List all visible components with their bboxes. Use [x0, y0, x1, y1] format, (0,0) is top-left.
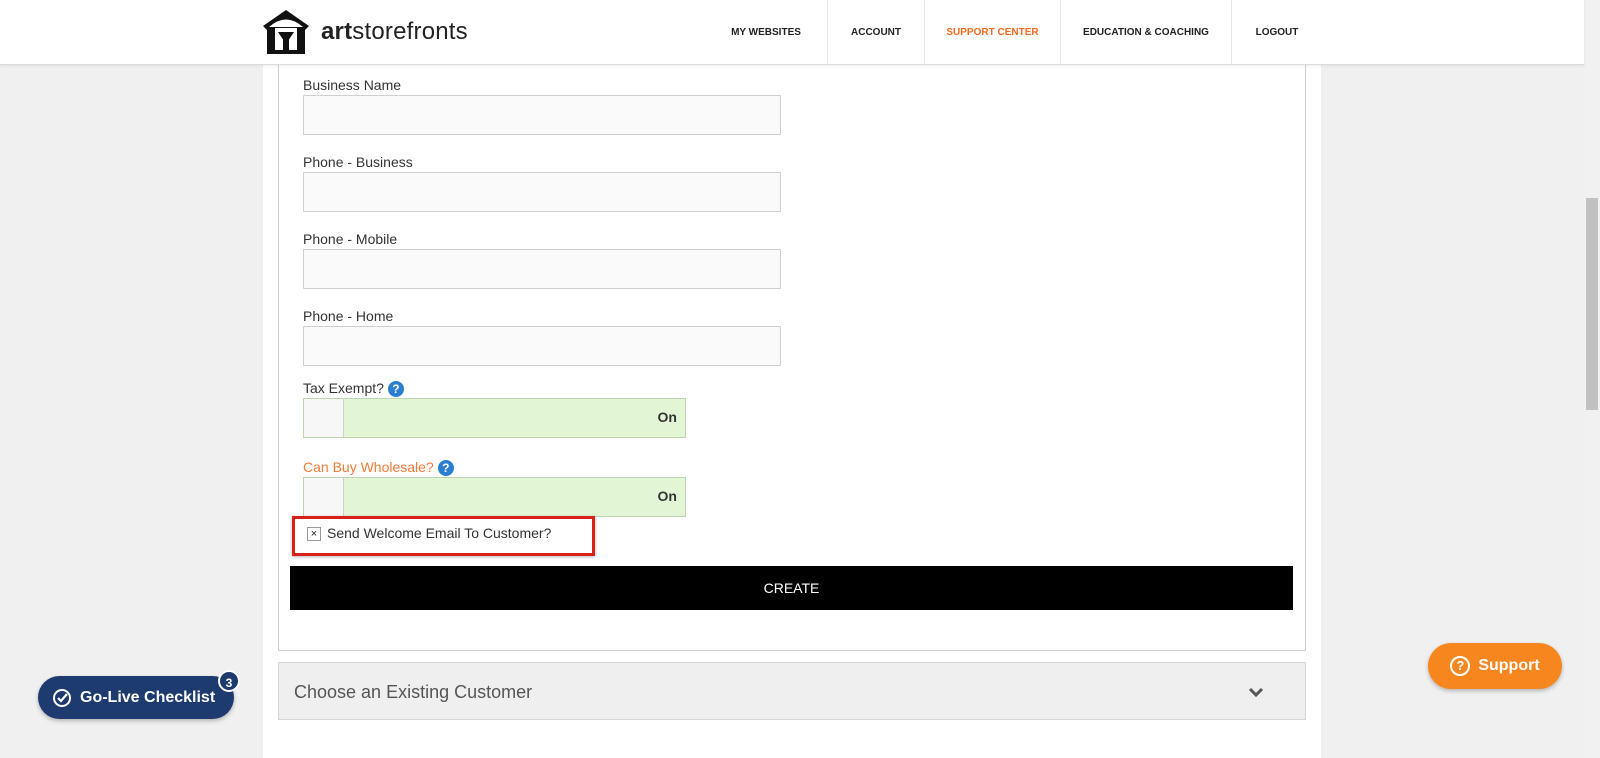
phone-business-label: Phone - Business [303, 154, 413, 170]
storefront-logo-icon [263, 10, 309, 54]
business-name-input[interactable] [303, 95, 781, 135]
tax-exempt-toggle[interactable]: On [303, 398, 686, 438]
question-icon: ? [1450, 656, 1471, 676]
help-icon[interactable]: ? [387, 381, 404, 398]
chevron-down-icon [1248, 687, 1264, 698]
business-name-label: Business Name [303, 77, 402, 93]
existing-customer-accordion[interactable]: Choose an Existing Customer [278, 662, 1306, 720]
main-nav: MY WEBSITES ACCOUNT SUPPORT CENTER EDUCA… [705, 0, 1322, 64]
toggle-knob[interactable] [304, 478, 344, 516]
tax-exempt-toggle-value: On [657, 409, 677, 425]
nav-education-coaching[interactable]: EDUCATION & COACHING [1061, 0, 1232, 64]
existing-customer-label: Choose an Existing Customer [294, 682, 533, 702]
phone-mobile-input[interactable] [303, 249, 781, 289]
phone-home-input[interactable] [303, 326, 781, 366]
logo-text: artstorefronts [321, 18, 468, 45]
support-label: Support [1478, 657, 1540, 674]
wholesale-label: Can Buy Wholesale?? [303, 459, 454, 477]
wholesale-toggle-value: On [657, 488, 677, 504]
tax-exempt-label: Tax Exempt?? [303, 380, 404, 398]
nav-support-center[interactable]: SUPPORT CENTER [925, 0, 1061, 64]
support-button[interactable]: ? Support [1428, 643, 1562, 689]
welcome-email-label[interactable]: Send Welcome Email To Customer? [327, 525, 551, 541]
phone-business-input[interactable] [303, 172, 781, 212]
go-live-checklist-button[interactable]: Go-Live Checklist [38, 676, 234, 719]
help-icon[interactable]: ? [437, 460, 454, 477]
scrollbar-thumb[interactable] [1586, 198, 1598, 410]
tax-exempt-label-text: Tax Exempt? [303, 380, 384, 396]
create-button[interactable]: CREATE [290, 566, 1293, 610]
wholesale-label-text: Can Buy Wholesale? [303, 459, 434, 475]
nav-logout[interactable]: LOGOUT [1232, 0, 1322, 64]
checklist-count-badge: 3 [218, 670, 240, 692]
toggle-knob[interactable] [304, 399, 344, 437]
top-header: artstorefronts MY WEBSITES ACCOUNT SUPPO… [0, 0, 1584, 65]
page-scrollbar[interactable] [1584, 0, 1600, 758]
go-live-checklist-label: Go-Live Checklist [80, 688, 216, 706]
checklist-icon [53, 688, 71, 707]
phone-mobile-label: Phone - Mobile [303, 231, 398, 247]
nav-my-websites[interactable]: MY WEBSITES [705, 0, 828, 64]
phone-home-label: Phone - Home [303, 308, 394, 324]
artstorefronts-logo[interactable]: artstorefronts [261, 8, 468, 56]
nav-account[interactable]: ACCOUNT [828, 0, 925, 64]
welcome-email-checkbox[interactable]: × [307, 527, 321, 541]
wholesale-toggle[interactable]: On [303, 477, 686, 517]
